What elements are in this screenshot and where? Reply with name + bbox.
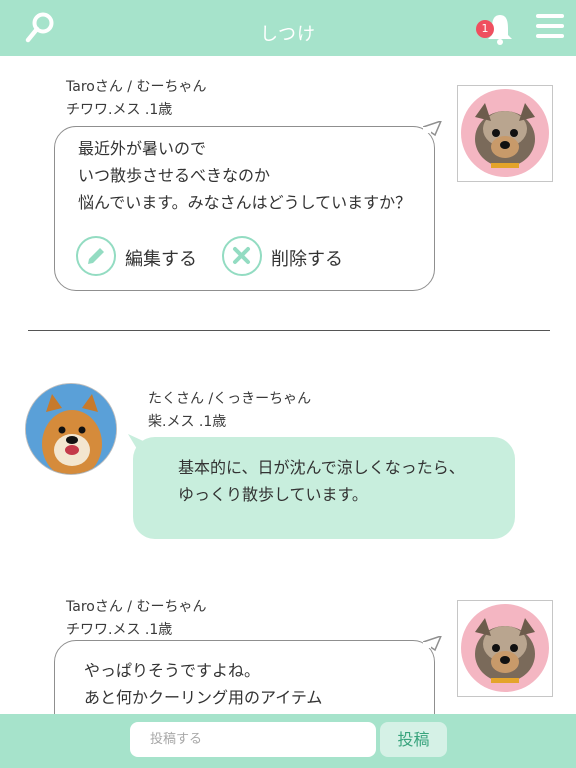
message-line: 基本的に、日が沈んで涼しくなったら、 <box>178 458 465 477</box>
delete-button[interactable]: 削除する <box>222 236 352 276</box>
post-input[interactable] <box>130 722 376 757</box>
post-author: たくさん /くっきーちゃん <box>148 391 312 407</box>
delete-label: 削除する <box>271 249 343 270</box>
message-line: あと何かクーリング用のアイテム <box>84 688 323 707</box>
close-icon <box>222 236 262 276</box>
dog-info: 柴.メス .1歳 <box>148 414 227 430</box>
bubble-tail <box>423 121 442 137</box>
message-line: やっぱりそうですよね。 <box>84 661 261 680</box>
divider <box>28 330 550 331</box>
message-line: いつ散歩させるべきなのか <box>78 166 271 185</box>
post-author: Taroさん / むーちゃん <box>66 79 207 95</box>
chihuahua-photo <box>461 89 549 177</box>
post-author: Taroさん / むーちゃん <box>66 599 207 615</box>
hamburger-menu-icon[interactable] <box>536 14 564 38</box>
message-line: ゆっくり散歩しています。 <box>178 485 368 504</box>
dog-info: チワワ.メス .1歳 <box>66 622 173 638</box>
post-button[interactable]: 投稿 <box>380 722 447 757</box>
pencil-icon <box>76 236 116 276</box>
avatar <box>457 85 553 182</box>
message-line: 悩んでいます。みなさんはどうしていますか？ <box>78 193 412 212</box>
message-line: 最近外が暑いので <box>78 139 207 158</box>
edit-label: 編集する <box>125 249 197 270</box>
shiba-photo <box>26 384 116 474</box>
avatar <box>457 600 553 697</box>
chihuahua-photo <box>461 604 549 692</box>
notification-badge: 1 <box>476 20 494 38</box>
avatar <box>25 383 117 475</box>
dog-info: チワワ.メス .1歳 <box>66 102 173 118</box>
bubble-tail <box>423 636 442 652</box>
edit-button[interactable]: 編集する <box>76 236 206 276</box>
